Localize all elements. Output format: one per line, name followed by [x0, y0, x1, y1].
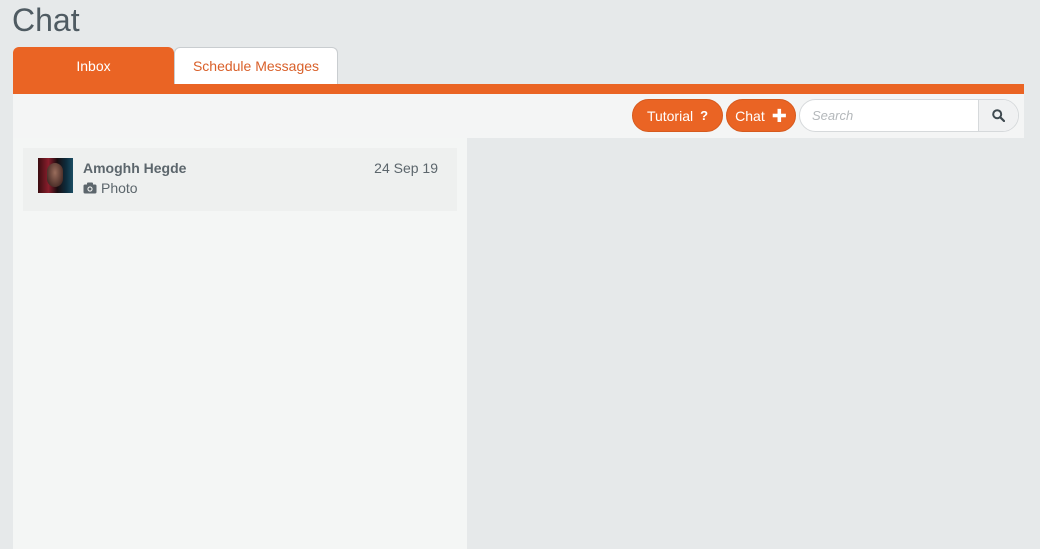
tab-underline-bar: [13, 84, 1024, 94]
search-box: [799, 99, 1019, 132]
tab-inbox[interactable]: Inbox: [13, 47, 174, 84]
new-chat-button-label: Chat: [735, 107, 765, 124]
question-icon: ?: [700, 108, 709, 123]
chat-detail-panel: [467, 138, 1024, 549]
search-icon: [992, 109, 1005, 122]
search-button[interactable]: [978, 100, 1018, 131]
conversation-list: Amoghh Hegde 24 Sep 19 Photo: [13, 138, 467, 549]
search-input[interactable]: [800, 100, 980, 131]
toolbar: Tutorial ? Chat ✚: [13, 94, 1024, 138]
conversation-item[interactable]: Amoghh Hegde 24 Sep 19 Photo: [23, 148, 457, 211]
contact-name: Amoghh Hegde: [83, 160, 187, 176]
tab-bar: Inbox Schedule Messages: [13, 47, 1024, 84]
tutorial-button[interactable]: Tutorial ?: [632, 99, 723, 132]
new-chat-button[interactable]: Chat ✚: [726, 99, 796, 132]
camera-icon: [83, 182, 97, 194]
conversation-preview: Photo: [83, 180, 138, 196]
plus-icon: ✚: [771, 105, 787, 126]
tab-schedule-messages[interactable]: Schedule Messages: [174, 47, 338, 84]
preview-text: Photo: [101, 180, 138, 196]
avatar: [38, 158, 73, 193]
tutorial-button-label: Tutorial: [646, 107, 694, 124]
page-title: Chat: [12, 2, 80, 38]
conversation-date: 24 Sep 19: [374, 160, 438, 176]
